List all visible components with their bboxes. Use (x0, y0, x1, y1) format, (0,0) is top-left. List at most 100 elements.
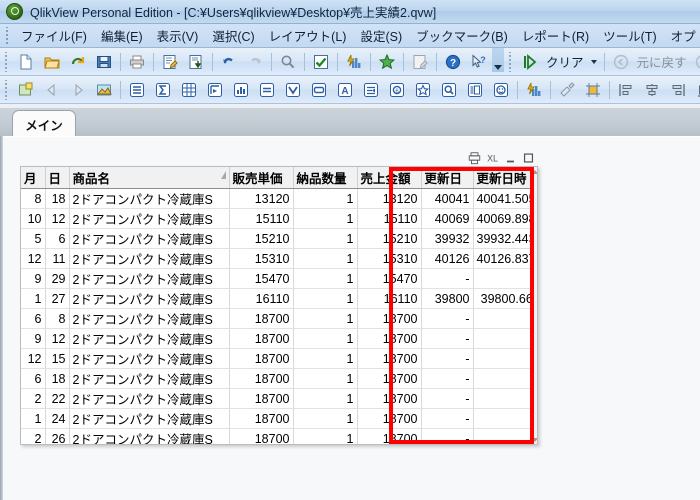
cell-month[interactable]: 10 (21, 208, 46, 229)
multi-box-icon[interactable] (281, 78, 305, 102)
maximize-object-icon[interactable] (521, 151, 536, 165)
cell-unit_price[interactable]: 15310 (229, 248, 294, 269)
selection-toolbar-grip[interactable] (506, 51, 514, 72)
menu-tools[interactable]: ツール(T) (596, 23, 663, 48)
cell-sales_amount[interactable]: 15110 (357, 208, 422, 229)
cell-month[interactable]: 6 (21, 368, 46, 389)
back-button-label[interactable]: 元に戻す (634, 52, 690, 71)
cell-update_date[interactable]: 40069 (421, 208, 474, 229)
cell-sales_amount[interactable]: 15310 (357, 248, 422, 269)
cell-update_date[interactable]: - (421, 408, 474, 429)
design-toolbar-grip[interactable] (2, 79, 10, 100)
current-selections-icon[interactable] (309, 50, 333, 74)
cell-update_date[interactable]: 40041 (421, 188, 474, 209)
table-row[interactable]: 562ドアコンパクト冷蔵庫S152101152103993239932.4432… (21, 228, 537, 249)
menu-options[interactable]: オプ (664, 23, 700, 48)
column-header-unit-price[interactable]: 販売単価 (229, 167, 294, 189)
redo-icon[interactable] (243, 50, 267, 74)
cell-day[interactable]: 26 (45, 428, 70, 444)
back-selection-icon[interactable] (609, 50, 633, 74)
cell-update_datetime[interactable]: - (473, 348, 537, 369)
cell-unit_price[interactable]: 18700 (229, 308, 294, 329)
menu-file[interactable]: ファイル(F) (14, 23, 94, 48)
edit-module-icon[interactable] (408, 50, 432, 74)
line-arrow-object-icon[interactable] (359, 78, 383, 102)
cell-quantity[interactable]: 1 (293, 208, 358, 229)
cell-sales_amount[interactable]: 18700 (357, 328, 422, 349)
cell-quantity[interactable]: 1 (293, 188, 358, 209)
button-object-icon[interactable] (489, 78, 513, 102)
statistics-box-icon[interactable] (151, 78, 175, 102)
minimize-object-icon[interactable] (503, 151, 518, 165)
text-object-icon[interactable]: A (333, 78, 357, 102)
help-icon[interactable]: ? (441, 50, 465, 74)
cell-update_datetime[interactable]: 40041.505324074 (473, 188, 537, 209)
cell-product[interactable]: 2ドアコンパクト冷蔵庫S (69, 388, 230, 409)
quick-chart-icon[interactable] (342, 50, 366, 74)
table-row[interactable]: 682ドアコンパクト冷蔵庫S18700118700-- (21, 308, 537, 329)
table-row[interactable]: 12152ドアコンパクト冷蔵庫S18700118700-- (21, 348, 537, 369)
cell-day[interactable]: 12 (45, 208, 70, 229)
cell-update_datetime[interactable]: - (473, 308, 537, 329)
clear-button-label[interactable]: クリア (543, 52, 587, 71)
input-box-icon[interactable] (255, 78, 279, 102)
cell-quantity[interactable]: 1 (293, 268, 358, 289)
open-document-icon[interactable] (40, 50, 64, 74)
align-center-horizontal-icon[interactable] (640, 78, 664, 102)
table-row[interactable]: 6182ドアコンパクト冷蔵庫S18700118700-- (21, 368, 537, 389)
edit-script-icon[interactable] (158, 50, 182, 74)
table-row[interactable]: 2262ドアコンパクト冷蔵庫S18700118700-- (21, 428, 537, 444)
cell-quantity[interactable]: 1 (293, 428, 358, 444)
scroll-down-arrow-icon[interactable] (531, 436, 537, 443)
cell-update_datetime[interactable]: - (473, 328, 537, 349)
forward-selection-icon[interactable] (691, 50, 700, 74)
container-object-icon[interactable] (463, 78, 487, 102)
next-sheet-icon[interactable] (66, 78, 90, 102)
menu-drag-grip[interactable] (3, 26, 12, 45)
scroll-up-arrow-icon[interactable] (531, 168, 537, 175)
cell-update_datetime[interactable]: 40126.837696759 (473, 248, 537, 269)
cell-quantity[interactable]: 1 (293, 348, 358, 369)
cell-day[interactable]: 24 (45, 408, 70, 429)
cell-unit_price[interactable]: 18700 (229, 428, 294, 444)
align-bottom-icon[interactable] (692, 78, 700, 102)
cell-sales_amount[interactable]: 18700 (357, 408, 422, 429)
cell-update_datetime[interactable]: 40069.898599537 (473, 208, 537, 229)
menu-layout[interactable]: レイアウト(L) (262, 23, 354, 48)
cell-sales_amount[interactable]: 16110 (357, 288, 422, 309)
table-box-icon[interactable] (177, 78, 201, 102)
save-icon[interactable] (92, 50, 116, 74)
cell-sales_amount[interactable]: 15210 (357, 228, 422, 249)
quick-chart-wizard-icon[interactable] (522, 78, 546, 102)
vertical-scrollbar[interactable] (530, 167, 537, 444)
table-row[interactable]: 9122ドアコンパクト冷蔵庫S18700118700-- (21, 328, 537, 349)
current-selections-box-icon[interactable] (307, 78, 331, 102)
cell-month[interactable]: 12 (21, 348, 46, 369)
previous-sheet-icon[interactable] (40, 78, 64, 102)
cell-product[interactable]: 2ドアコンパクト冷蔵庫S (69, 248, 230, 269)
cell-product[interactable]: 2ドアコンパクト冷蔵庫S (69, 188, 230, 209)
new-sheet-icon[interactable] (14, 78, 38, 102)
cell-day[interactable]: 15 (45, 348, 70, 369)
cell-update_datetime[interactable]: - (473, 428, 537, 444)
cell-sales_amount[interactable]: 18700 (357, 388, 422, 409)
table-row[interactable]: 1242ドアコンパクト冷蔵庫S18700118700-- (21, 408, 537, 429)
cell-unit_price[interactable]: 18700 (229, 368, 294, 389)
cell-product[interactable]: 2ドアコンパクト冷蔵庫S (69, 268, 230, 289)
table-row[interactable]: 2222ドアコンパクト冷蔵庫S18700118700-- (21, 388, 537, 409)
cell-sales_amount[interactable]: 18700 (357, 368, 422, 389)
cell-day[interactable]: 18 (45, 188, 70, 209)
cell-quantity[interactable]: 1 (293, 388, 358, 409)
cell-unit_price[interactable]: 18700 (229, 348, 294, 369)
cell-day[interactable]: 12 (45, 328, 70, 349)
cell-update_date[interactable]: - (421, 348, 474, 369)
sheet-tab-main[interactable]: メイン (12, 110, 76, 137)
cell-quantity[interactable]: 1 (293, 328, 358, 349)
cell-day[interactable]: 11 (45, 248, 70, 269)
slider-calendar-icon[interactable]: 6 (385, 78, 409, 102)
cell-day[interactable]: 29 (45, 268, 70, 289)
cell-update_datetime[interactable]: 39932.443229167 (473, 228, 537, 249)
cell-update_date[interactable]: - (421, 428, 474, 444)
cell-month[interactable]: 1 (21, 408, 46, 429)
format-painter-icon[interactable] (555, 78, 579, 102)
